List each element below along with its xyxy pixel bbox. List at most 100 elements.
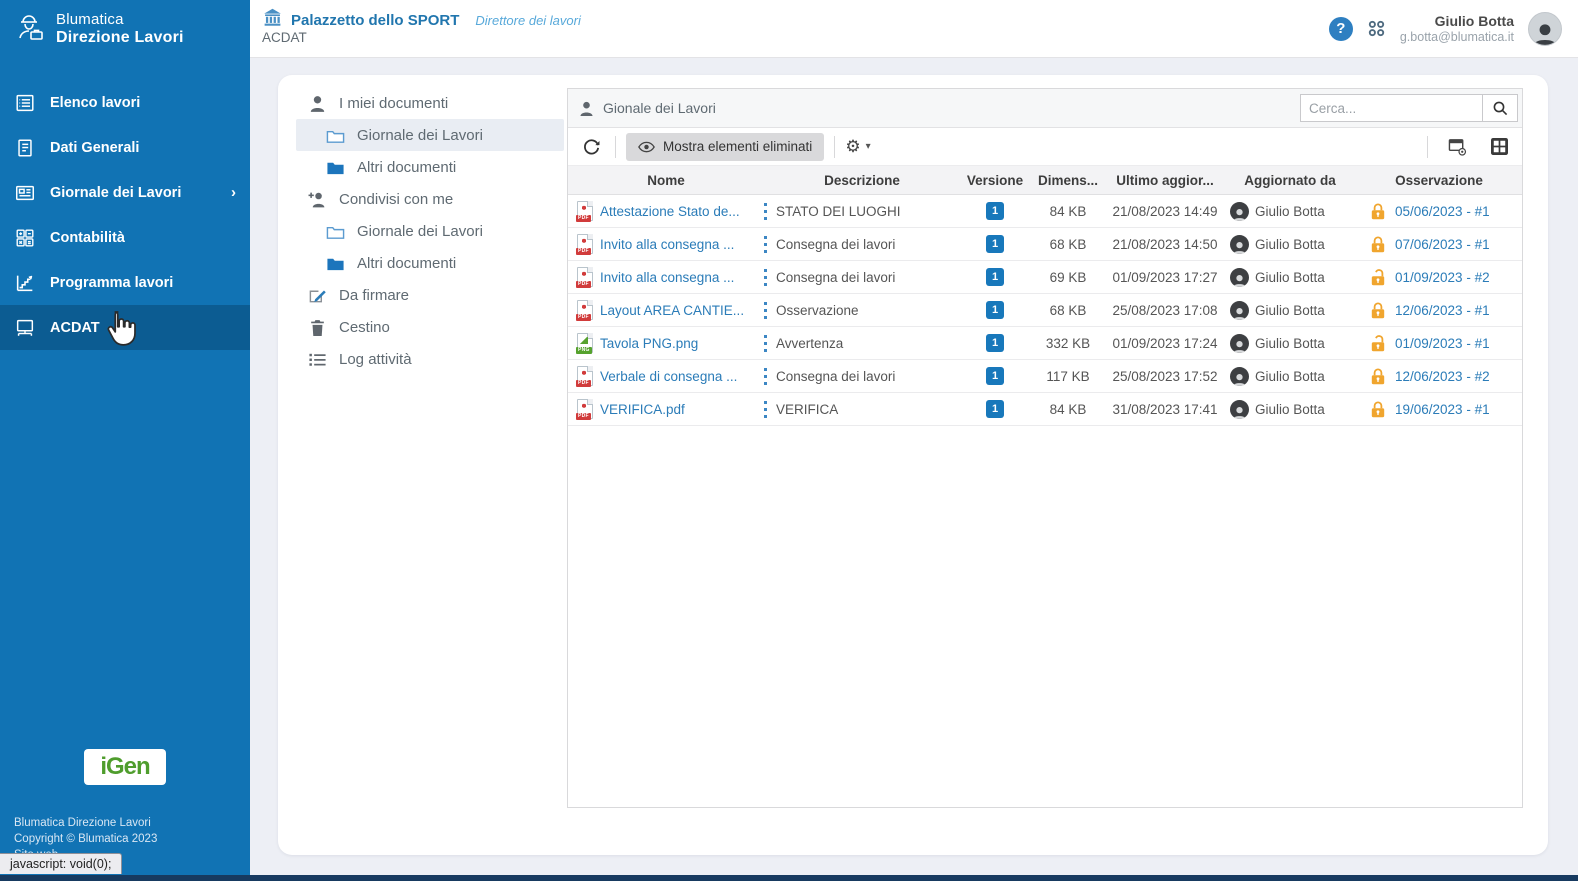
row-avatar bbox=[1230, 367, 1249, 386]
tree-item-cestino[interactable]: Cestino bbox=[296, 311, 564, 343]
lock-icon bbox=[1370, 235, 1386, 254]
sidebar-item-programma-lavori[interactable]: Programma lavori bbox=[0, 260, 250, 305]
folder-tree: I miei documenti Giornale dei Lavori Alt… bbox=[296, 87, 564, 375]
file-name-link[interactable]: VERIFICA.pdf bbox=[600, 402, 685, 417]
file-name-link[interactable]: Attestazione Stato de... bbox=[600, 204, 740, 219]
column-drag-handle-icon bbox=[764, 302, 767, 319]
gantt-chart-icon bbox=[14, 272, 36, 294]
brand-line1: Blumatica bbox=[56, 11, 184, 29]
lock-open-icon bbox=[1370, 334, 1386, 353]
lock-icon bbox=[1370, 202, 1386, 221]
file-size: 332 KB bbox=[1030, 336, 1106, 351]
updated-at: 25/08/2023 17:52 bbox=[1106, 369, 1224, 384]
column-header-nome[interactable]: Nome bbox=[568, 173, 764, 188]
tree-item-altri-documenti-condivisi[interactable]: Altri documenti bbox=[296, 247, 564, 279]
show-deleted-button[interactable]: Mostra elementi eliminati bbox=[626, 133, 824, 161]
updated-by: Giulio Botta bbox=[1255, 303, 1325, 318]
eye-icon bbox=[638, 141, 655, 153]
observation-link[interactable]: 05/06/2023 - #1 bbox=[1395, 204, 1490, 219]
observation-link[interactable]: 01/09/2023 - #2 bbox=[1395, 270, 1490, 285]
column-header-osservazione[interactable]: Osservazione bbox=[1356, 173, 1522, 188]
column-header-versione[interactable]: Versione bbox=[960, 173, 1030, 188]
search-button[interactable] bbox=[1482, 94, 1518, 122]
file-name-link[interactable]: Layout AREA CANTIE... bbox=[600, 303, 744, 318]
updated-by: Giulio Botta bbox=[1255, 204, 1325, 219]
column-chooser-button[interactable] bbox=[1444, 134, 1471, 160]
tree-item-giornale-dei-lavori-condivisi[interactable]: Giornale dei Lavori bbox=[296, 215, 564, 247]
observation-link[interactable]: 01/09/2023 - #1 bbox=[1395, 336, 1490, 351]
grid-view-icon bbox=[1491, 138, 1508, 155]
column-drag-handle-icon bbox=[764, 401, 767, 418]
user-email: g.botta@blumatica.it bbox=[1400, 29, 1514, 45]
help-button[interactable]: ? bbox=[1329, 17, 1353, 41]
tree-item-giornale-dei-lavori[interactable]: Giornale dei Lavori bbox=[296, 119, 564, 151]
sidebar-item-contabilita[interactable]: Contabilità bbox=[0, 215, 250, 260]
search-input[interactable] bbox=[1300, 94, 1482, 122]
sidebar-item-elenco-lavori[interactable]: Elenco lavori bbox=[0, 80, 250, 125]
file-type-icon: PDF bbox=[576, 267, 593, 288]
grid-view-button[interactable] bbox=[1487, 134, 1512, 159]
topbar: Palazzetto dello SPORT Direttore dei lav… bbox=[250, 0, 1578, 58]
table-row[interactable]: PDF Layout AREA CANTIE... Osservazione 1… bbox=[568, 294, 1522, 327]
sidebar-item-giornale-dei-lavori[interactable]: Giornale dei Lavori › bbox=[0, 170, 250, 215]
refresh-button[interactable] bbox=[578, 133, 605, 160]
project-title: Palazzetto dello SPORT bbox=[291, 12, 459, 29]
file-size: 117 KB bbox=[1030, 369, 1106, 384]
file-type-icon: PDF bbox=[576, 201, 593, 222]
table-row[interactable]: PNG Tavola PNG.png Avvertenza 1 332 KB 0… bbox=[568, 327, 1522, 360]
documents-panel: Gionale dei Lavori bbox=[567, 88, 1523, 808]
version-badge: 1 bbox=[986, 235, 1004, 253]
worker-logo-icon bbox=[12, 10, 46, 49]
sidebar-item-label: Programma lavori bbox=[50, 275, 173, 291]
user-avatar[interactable] bbox=[1528, 12, 1562, 46]
sidebar-footer: iGen Blumatica Direzione Lavori Copyrigh… bbox=[0, 749, 250, 863]
user-name: Giulio Botta bbox=[1400, 13, 1514, 29]
apps-grid-icon[interactable] bbox=[1367, 19, 1386, 38]
table-row[interactable]: PDF Invito alla consegna ... Consegna de… bbox=[568, 261, 1522, 294]
list-icon bbox=[14, 92, 36, 114]
search-icon bbox=[1492, 100, 1509, 117]
table-row[interactable]: PDF VERIFICA.pdf VERIFICA 1 84 KB 31/08/… bbox=[568, 393, 1522, 426]
igen-logo: iGen bbox=[84, 749, 166, 785]
file-name-link[interactable]: Verbale di consegna ... bbox=[600, 369, 737, 384]
observation-link[interactable]: 12/06/2023 - #1 bbox=[1395, 303, 1490, 318]
file-name-link[interactable]: Invito alla consegna ... bbox=[600, 237, 734, 252]
version-badge: 1 bbox=[986, 334, 1004, 352]
column-header-descrizione[interactable]: Descrizione bbox=[764, 173, 960, 188]
settings-dropdown[interactable]: ⚙ ▾ bbox=[845, 138, 870, 155]
observation-link[interactable]: 07/06/2023 - #1 bbox=[1395, 237, 1490, 252]
sidebar-item-acdat[interactable]: ACDAT bbox=[0, 305, 250, 350]
file-size: 84 KB bbox=[1030, 402, 1106, 417]
content-card: I miei documenti Giornale dei Lavori Alt… bbox=[278, 75, 1548, 855]
file-size: 69 KB bbox=[1030, 270, 1106, 285]
app-brand: Blumatica Direzione Lavori bbox=[0, 0, 250, 58]
file-name-link[interactable]: Tavola PNG.png bbox=[600, 336, 698, 351]
sidebar-item-label: ACDAT bbox=[50, 320, 100, 336]
folder-open-icon bbox=[326, 127, 345, 144]
tree-item-condivisi-con-me[interactable]: Condivisi con me bbox=[296, 183, 564, 215]
table-row[interactable]: PDF Verbale di consegna ... Consegna dei… bbox=[568, 360, 1522, 393]
sidebar-item-label: Dati Generali bbox=[50, 140, 139, 156]
version-badge: 1 bbox=[986, 268, 1004, 286]
column-header-ultimo-aggiornamento[interactable]: Ultimo aggior... bbox=[1106, 173, 1224, 188]
tree-item-da-firmare[interactable]: Da firmare bbox=[296, 279, 564, 311]
observation-link[interactable]: 19/06/2023 - #1 bbox=[1395, 402, 1490, 417]
updated-at: 01/09/2023 17:24 bbox=[1106, 336, 1224, 351]
row-avatar bbox=[1230, 301, 1249, 320]
observation-link[interactable]: 12/06/2023 - #2 bbox=[1395, 369, 1490, 384]
tree-item-altri-documenti[interactable]: Altri documenti bbox=[296, 151, 564, 183]
sidebar-item-label: Giornale dei Lavori bbox=[50, 185, 181, 201]
footer-copyright: Copyright © Blumatica 2023 bbox=[14, 831, 236, 847]
file-name-link[interactable]: Invito alla consegna ... bbox=[600, 270, 734, 285]
table-row[interactable]: PDF Invito alla consegna ... Consegna de… bbox=[568, 228, 1522, 261]
sidebar-item-label: Elenco lavori bbox=[50, 95, 140, 111]
tree-item-i-miei-documenti[interactable]: I miei documenti bbox=[296, 87, 564, 119]
column-header-dimensione[interactable]: Dimens... bbox=[1030, 173, 1106, 188]
column-header-aggiornato-da[interactable]: Aggiornato da bbox=[1224, 173, 1356, 188]
tree-item-log-attivita[interactable]: Log attività bbox=[296, 343, 564, 375]
table-row[interactable]: PDF Attestazione Stato de... STATO DEI L… bbox=[568, 195, 1522, 228]
sidebar-item-dati-generali[interactable]: Dati Generali bbox=[0, 125, 250, 170]
file-type-icon: PDF bbox=[576, 300, 593, 321]
footer-app-name: Blumatica Direzione Lavori bbox=[14, 815, 236, 831]
lock-icon bbox=[1370, 367, 1386, 386]
